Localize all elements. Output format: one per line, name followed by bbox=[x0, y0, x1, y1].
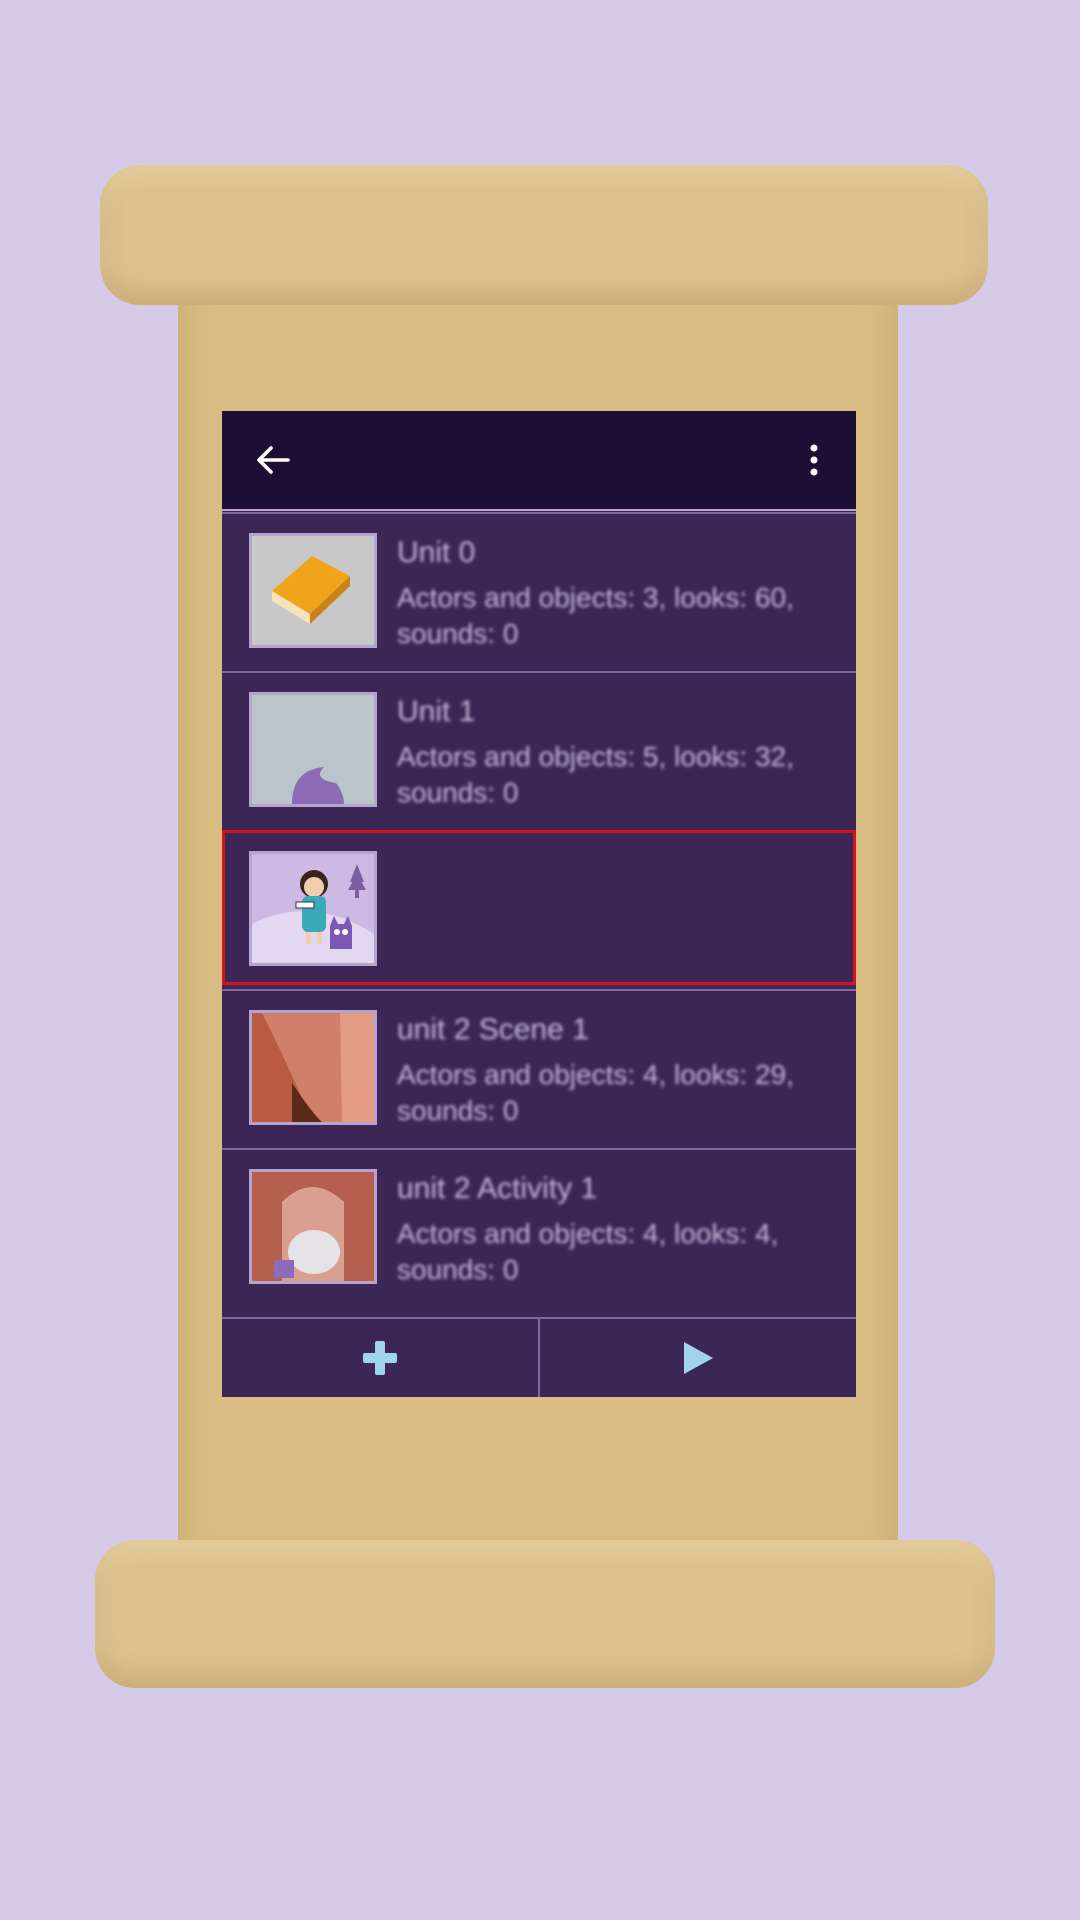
plus-icon bbox=[363, 1341, 397, 1375]
more-vert-icon bbox=[810, 444, 818, 476]
more-options-button[interactable] bbox=[794, 435, 834, 485]
scene-description: Actors and objects: 3, looks: 60, sounds… bbox=[397, 582, 794, 649]
scene-title: Unit 1 bbox=[397, 695, 476, 728]
purple-wave-thumbnail bbox=[249, 692, 377, 807]
scene-title: unit 2 Activity 1 bbox=[397, 1172, 598, 1205]
scene-title: unit 2 Scene 1 bbox=[397, 1013, 589, 1046]
book-icon bbox=[249, 533, 377, 648]
scene-description: Actors and objects: 5, looks: 32, sounds… bbox=[397, 741, 794, 808]
girl-and-cat-thumbnail bbox=[249, 851, 377, 966]
play-icon bbox=[684, 1342, 713, 1374]
toolbar bbox=[222, 411, 856, 511]
bottom-bar bbox=[222, 1317, 856, 1397]
list-item[interactable]: Unit 1 Actors and objects: 5, looks: 32,… bbox=[222, 671, 856, 826]
list-item[interactable]: unit 2 Scene 1 Actors and objects: 4, lo… bbox=[222, 989, 856, 1144]
scene-list-screen: Unit 0 Actors and objects: 3, looks: 60,… bbox=[222, 411, 856, 1397]
scene-description: Actors and objects: 4, looks: 4, sounds:… bbox=[397, 1218, 779, 1285]
list-item[interactable]: unit 2 Activity 1 Actors and objects: 4,… bbox=[222, 1148, 856, 1303]
scroll-top-roll bbox=[100, 165, 988, 305]
scroll-bottom-roll bbox=[95, 1540, 995, 1688]
brick-wall-thumbnail bbox=[249, 1010, 377, 1125]
back-arrow-icon bbox=[257, 446, 290, 474]
add-button[interactable] bbox=[222, 1319, 538, 1397]
scene-title: Unit 0 bbox=[397, 536, 476, 569]
list-item[interactable]: Unit 0 Actors and objects: 3, looks: 60,… bbox=[222, 512, 856, 667]
screen: Unit 0 Actors and objects: 3, looks: 60,… bbox=[0, 0, 1080, 1920]
scene-list: Unit 0 Actors and objects: 3, looks: 60,… bbox=[222, 512, 856, 1317]
list-item-selected[interactable] bbox=[222, 830, 856, 985]
back-button[interactable] bbox=[248, 435, 298, 485]
scene-description: Actors and objects: 4, looks: 29, sounds… bbox=[397, 1059, 794, 1126]
cave-thumbnail bbox=[249, 1169, 377, 1284]
play-button[interactable] bbox=[538, 1319, 856, 1397]
